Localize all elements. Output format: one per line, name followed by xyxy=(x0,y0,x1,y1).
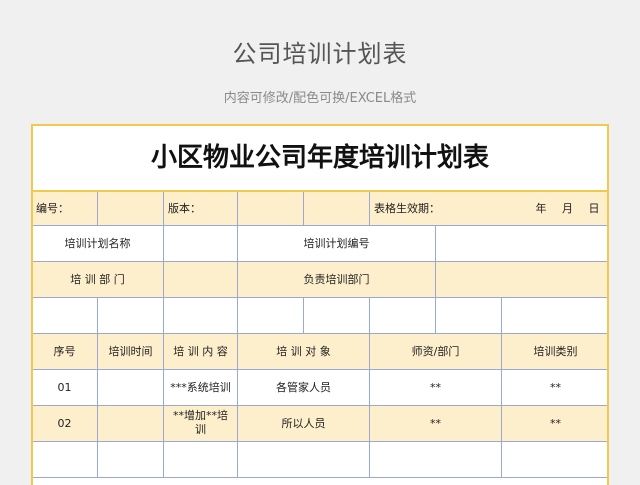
blank-row xyxy=(33,296,607,334)
row-content[interactable] xyxy=(163,440,238,478)
blank-cell[interactable] xyxy=(33,296,98,334)
column-header-row: 序号 培训时间 培 训 内 容 培 训 对 象 师资/部门 培训类别 xyxy=(33,332,607,370)
page-subtitle: 内容可修改/配色可换/EXCEL格式 xyxy=(223,91,417,106)
row-time[interactable] xyxy=(97,368,164,406)
plan-name-row: 培训计划名称 培训计划编号 xyxy=(33,224,607,262)
date-placeholder: 年 月 日 xyxy=(535,202,600,216)
department-value-cell[interactable] xyxy=(163,260,238,298)
plan-name-label: 培训计划名称 xyxy=(33,224,164,262)
page-title: 公司培训计划表 xyxy=(232,40,408,68)
row-target[interactable]: 各管家人员 xyxy=(237,368,370,406)
table-row: 02 **增加**培训 所以人员 ** ** xyxy=(33,404,607,442)
plan-name-value-cell[interactable] xyxy=(163,224,238,262)
row-time[interactable] xyxy=(97,440,164,478)
blank-cell[interactable] xyxy=(303,296,370,334)
row-teacher[interactable] xyxy=(369,440,502,478)
col-header-time: 培训时间 xyxy=(97,332,164,370)
table-row xyxy=(33,440,607,478)
row-content[interactable]: ***系统培训 xyxy=(163,368,238,406)
number-label: 编号： xyxy=(33,190,98,226)
row-teacher[interactable]: ** xyxy=(369,404,502,442)
info-row: 编号： 版本： 表格生效期： 年 月 日 xyxy=(33,190,607,226)
responsible-department-value-cell[interactable] xyxy=(434,260,607,298)
row-category[interactable]: ** xyxy=(500,368,607,406)
sheet-title: 小区物业公司年度培训计划表 xyxy=(150,143,489,173)
row-number[interactable]: 01 xyxy=(33,368,98,406)
blank-cell[interactable] xyxy=(163,296,238,334)
row-number[interactable] xyxy=(33,440,98,478)
row-target[interactable] xyxy=(237,440,370,478)
effective-date-cell[interactable]: 表格生效期： 年 月 日 xyxy=(368,190,607,226)
training-plan-table: 编号： 版本： 表格生效期： 年 月 日 培训计划名称 培训计划编号 培 训 部… xyxy=(33,190,607,478)
training-plan-sheet: 小区物业公司年度培训计划表 编号： 版本： 表格生效期： 年 月 日 培训计划名… xyxy=(31,124,609,485)
blank-cell[interactable] xyxy=(237,296,304,334)
department-row: 培 训 部 门 负责培训部门 xyxy=(33,260,607,298)
table-row: 01 ***系统培训 各管家人员 ** ** xyxy=(33,368,607,406)
version-value-cell[interactable] xyxy=(237,190,304,226)
row-category[interactable]: ** xyxy=(500,404,607,442)
row-number[interactable]: 02 xyxy=(33,404,98,442)
plan-number-value-cell[interactable] xyxy=(434,224,607,262)
col-header-target: 培 训 对 象 xyxy=(237,332,370,370)
blank-cell[interactable] xyxy=(369,296,436,334)
info-blank-cell[interactable] xyxy=(303,190,370,226)
row-target[interactable]: 所以人员 xyxy=(237,404,370,442)
effective-date-label: 表格生效期： xyxy=(374,202,440,216)
blank-cell[interactable] xyxy=(435,296,502,334)
row-teacher[interactable]: ** xyxy=(369,368,502,406)
plan-number-label: 培训计划编号 xyxy=(237,224,436,262)
col-header-category: 培训类别 xyxy=(500,332,607,370)
col-header-teacher: 师资/部门 xyxy=(369,332,502,370)
version-label: 版本： xyxy=(163,190,238,226)
department-label: 培 训 部 门 xyxy=(33,260,164,298)
row-content[interactable]: **增加**培训 xyxy=(163,404,238,442)
row-time[interactable] xyxy=(97,404,164,442)
blank-cell[interactable] xyxy=(500,296,607,334)
row-category[interactable] xyxy=(500,440,607,478)
responsible-department-label: 负责培训部门 xyxy=(237,260,436,298)
number-value-cell[interactable] xyxy=(97,190,164,226)
blank-cell[interactable] xyxy=(97,296,164,334)
col-header-content: 培 训 内 容 xyxy=(163,332,238,370)
col-header-number: 序号 xyxy=(33,332,98,370)
